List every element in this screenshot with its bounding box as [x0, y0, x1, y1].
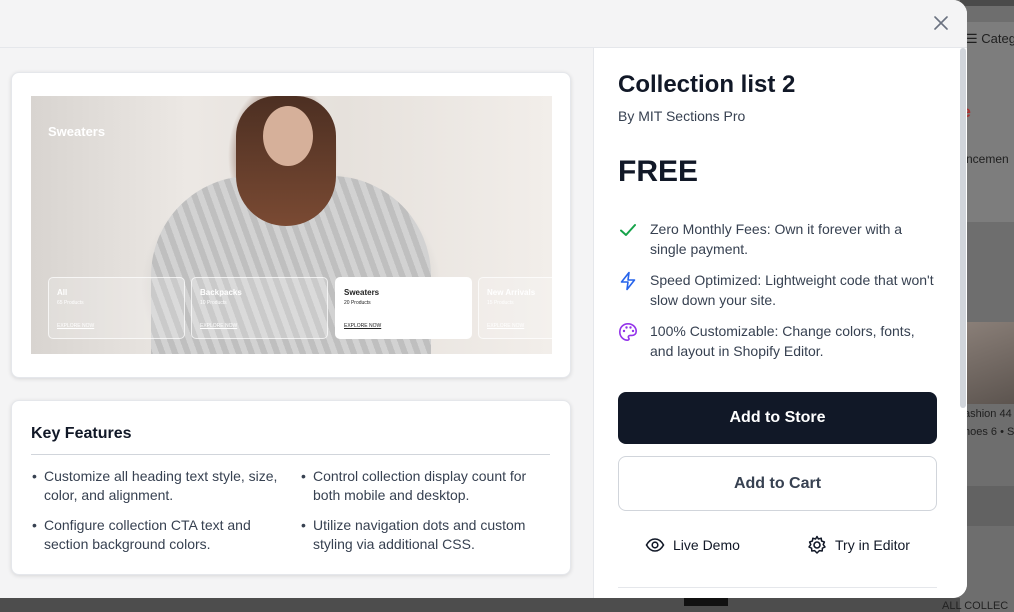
try-in-editor-label: Try in Editor: [835, 537, 910, 553]
backdrop-product-image: [966, 322, 1014, 404]
preview-card-count: 10 Products: [200, 300, 227, 306]
product-price: FREE: [618, 155, 699, 188]
product-author: By MIT Sections Pro: [618, 108, 746, 124]
feature-item: Configure collection CTA text and sectio…: [32, 516, 284, 554]
divider: [31, 454, 550, 455]
preview-card: Sweaters All 65 Products EXPLORE NOW Bac…: [11, 72, 571, 378]
backdrop-categories-label: ☰ Categ: [966, 31, 1014, 46]
preview-card-cta: EXPLORE NOW: [487, 323, 525, 329]
preview-collection-card-active: Sweaters 20 Products EXPLORE NOW: [335, 277, 472, 339]
preview-card-count: 20 Products: [344, 300, 371, 306]
preview-collection-card: New Arrivals 15 Products EXPLORE NOW: [478, 277, 552, 339]
live-demo-link[interactable]: Live Demo: [645, 534, 740, 556]
scrollbar[interactable]: [960, 48, 966, 408]
live-demo-label: Live Demo: [673, 537, 740, 553]
benefit-text: Zero Monthly Fees: Own it forever with a…: [650, 221, 903, 257]
backdrop-bottom-bar: [0, 598, 960, 612]
preview-card-count: 65 Products: [57, 300, 84, 306]
add-to-store-button[interactable]: Add to Store: [618, 392, 937, 444]
preview-image: Sweaters All 65 Products EXPLORE NOW Bac…: [31, 96, 552, 354]
backdrop-shoes-label: hoes 6 • S: [964, 426, 1014, 438]
backdrop-fashion-label: ashion 44: [964, 408, 1012, 420]
backdrop-all-collections-label: ALL COLLEC: [942, 600, 1009, 612]
feature-item: Utilize navigation dots and custom styli…: [301, 516, 553, 554]
gear-icon: [808, 535, 826, 554]
modal-left-column: Sweaters All 65 Products EXPLORE NOW Bac…: [0, 48, 594, 598]
product-title: Collection list 2: [618, 71, 796, 98]
preview-card-title: New Arrivals: [487, 288, 536, 297]
feature-item: Control collection display count for bot…: [301, 467, 553, 505]
eye-icon: [645, 538, 665, 552]
backdrop-block: [960, 486, 1014, 526]
backdrop-header-panel: [960, 22, 1014, 222]
key-features-title: Key Features: [31, 425, 132, 442]
preview-card-cta: EXPLORE NOW: [344, 323, 382, 329]
benefit-item: Zero Monthly Fees: Own it forever with a…: [618, 219, 938, 259]
divider: [618, 587, 937, 588]
preview-card-cta: EXPLORE NOW: [200, 323, 238, 329]
backdrop-strip: [960, 0, 1014, 6]
key-features-card: Key Features Customize all heading text …: [11, 400, 571, 575]
preview-card-count: 15 Products: [487, 300, 514, 306]
feature-item: Customize all heading text style, size, …: [32, 467, 284, 505]
benefit-text: Speed Optimized: Lightweight code that w…: [650, 272, 934, 308]
close-button[interactable]: [931, 13, 951, 33]
palette-icon: [618, 322, 638, 342]
preview-card-cta: EXPLORE NOW: [57, 323, 95, 329]
check-icon: [620, 224, 636, 236]
benefit-text: 100% Customizable: Change colors, fonts,…: [650, 323, 915, 359]
add-to-cart-button[interactable]: Add to Cart: [618, 456, 937, 511]
backdrop-announcement-label: ncemen: [966, 152, 1009, 166]
backdrop-dark-chip: [684, 598, 728, 606]
preview-hero-title: Sweaters: [48, 124, 106, 139]
benefit-item: Speed Optimized: Lightweight code that w…: [618, 270, 938, 310]
close-icon: [934, 16, 948, 30]
try-in-editor-link[interactable]: Try in Editor: [807, 534, 910, 556]
preview-face-shape: [263, 106, 313, 166]
preview-collection-card: All 65 Products EXPLORE NOW: [48, 277, 185, 339]
modal-header: [0, 0, 967, 48]
section-detail-modal: Sweaters All 65 Products EXPLORE NOW Bac…: [0, 0, 967, 598]
preview-card-title: All: [57, 288, 68, 297]
preview-card-title: Backpacks: [200, 288, 242, 297]
preview-card-title: Sweaters: [344, 288, 380, 297]
lightning-icon: [620, 271, 636, 291]
preview-collection-card: Backpacks 10 Products EXPLORE NOW: [191, 277, 328, 339]
benefit-item: 100% Customizable: Change colors, fonts,…: [618, 321, 938, 361]
